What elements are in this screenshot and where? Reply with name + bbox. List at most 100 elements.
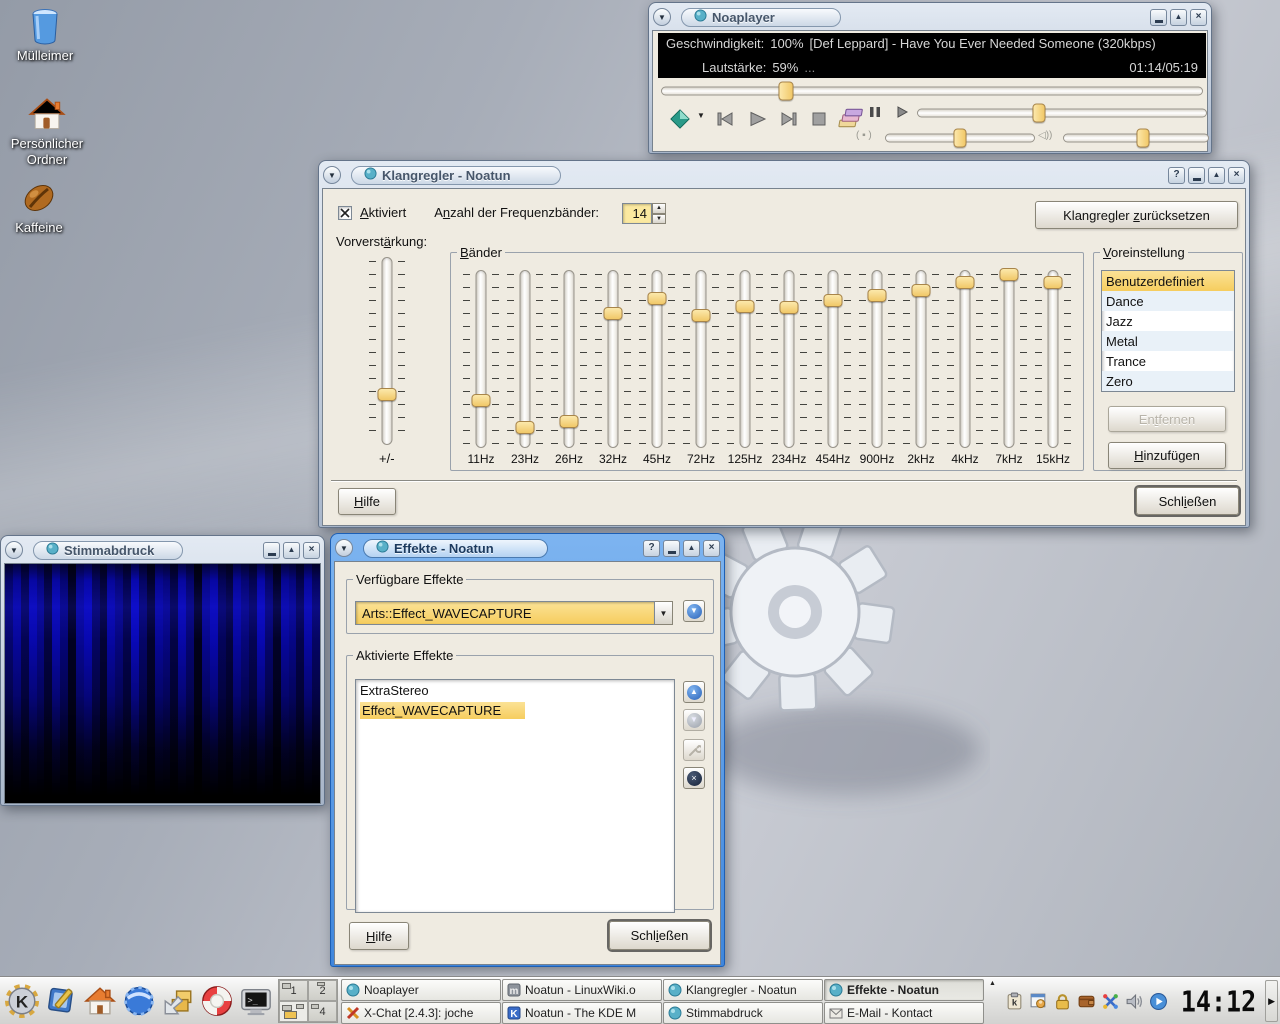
tray-network[interactable] (1100, 991, 1121, 1012)
shade-button[interactable]: ▲ (1208, 167, 1225, 184)
reset-equalizer-button[interactable]: Klangregler zurücksetzen (1035, 201, 1238, 229)
equalizer-titlebar[interactable]: ▼ Klangregler - Noatun ? ▲ × (322, 164, 1246, 186)
slider-handle[interactable] (648, 292, 667, 305)
band-slider-454Hz[interactable] (815, 270, 851, 448)
close-button[interactable]: × (1190, 9, 1207, 26)
band-slider-23Hz[interactable] (507, 270, 543, 448)
taskbar-task-x-chat-2-4-3-joche[interactable]: X-Chat [2.4.3]: joche (341, 1002, 501, 1024)
pager-desktop-2[interactable]: 2 (308, 980, 337, 1001)
slider-handle[interactable] (780, 301, 799, 314)
launcher-konsole[interactable]: >_ (236, 981, 275, 1022)
tray-organizer[interactable] (1028, 991, 1049, 1012)
help-button[interactable]: Hilfe (349, 922, 409, 950)
slider-track[interactable] (960, 270, 971, 448)
speed-track[interactable] (917, 108, 1207, 117)
play-small-button[interactable] (893, 103, 911, 121)
spin-down-icon[interactable]: ▼ (652, 214, 666, 225)
desktop-icon-home[interactable]: Persönlicher Ordner (4, 94, 90, 169)
slider-handle[interactable] (516, 421, 535, 434)
close-button[interactable]: × (1228, 167, 1245, 184)
combobox-dropdown-button[interactable]: ▼ (655, 601, 673, 625)
desktop-icon-trash[interactable]: Mülleimer (2, 6, 88, 64)
preamp-track[interactable] (382, 257, 393, 445)
spin-up-icon[interactable]: ▲ (652, 203, 666, 214)
band-slider-11Hz[interactable] (463, 270, 499, 448)
band-slider-125Hz[interactable] (727, 270, 763, 448)
play-button[interactable] (743, 105, 771, 133)
panel-hide-button[interactable]: ▶ (1265, 980, 1278, 1022)
close-dialog-button[interactable]: Schließen (1136, 487, 1239, 515)
presets-list[interactable]: BenutzerdefiniertDanceJazzMetalTranceZer… (1101, 270, 1235, 392)
slider-handle[interactable] (1000, 268, 1019, 281)
seek-track[interactable] (661, 86, 1203, 95)
window-menu-button[interactable]: ▼ (5, 541, 23, 559)
add-effect-button[interactable]: ▼ (683, 600, 705, 622)
window-menu-button[interactable]: ▼ (335, 539, 353, 557)
move-effect-up-button[interactable]: ▲ (683, 681, 705, 703)
band-slider-234Hz[interactable] (771, 270, 807, 448)
band-slider-45Hz[interactable] (639, 270, 675, 448)
remove-preset-button[interactable]: Entfernen (1108, 406, 1226, 432)
slider-track[interactable] (1004, 270, 1015, 448)
volume-handle[interactable] (1137, 128, 1150, 147)
preset-item-Zero[interactable]: Zero (1102, 371, 1234, 391)
preset-item-Trance[interactable]: Trance (1102, 351, 1234, 371)
band-slider-32Hz[interactable] (595, 270, 631, 448)
launcher-home-folder[interactable] (80, 981, 119, 1022)
launcher-konqueror[interactable] (119, 981, 158, 1022)
slider-track[interactable] (916, 270, 927, 448)
task-scroll[interactable]: ▲ (987, 980, 998, 1022)
preamp-slider[interactable] (369, 257, 405, 445)
taskbar-task-effekte-noatun[interactable]: Effekte - Noatun (824, 979, 984, 1001)
enabled-checkbox[interactable] (338, 206, 352, 220)
minimize-button[interactable] (1188, 167, 1205, 184)
launcher-show-desktop[interactable] (41, 981, 80, 1022)
launcher-k-menu[interactable]: K (2, 981, 41, 1022)
minimize-button[interactable] (263, 542, 280, 559)
tray-kwallet-lock[interactable] (1052, 991, 1073, 1012)
band-slider-2kHz[interactable] (903, 270, 939, 448)
slider-track[interactable] (784, 270, 795, 448)
band-slider-7kHz[interactable] (991, 270, 1027, 448)
help-button[interactable]: Hilfe (338, 488, 396, 515)
close-button[interactable]: × (303, 542, 320, 559)
band-slider-72Hz[interactable] (683, 270, 719, 448)
speed-slider[interactable] (917, 103, 1207, 122)
previous-button[interactable] (711, 105, 739, 133)
band-slider-26Hz[interactable] (551, 270, 587, 448)
slider-handle[interactable] (472, 394, 491, 407)
stop-button[interactable] (805, 105, 833, 133)
active-effects-list[interactable]: ExtraStereoEffect_WAVECAPTURE (355, 679, 675, 913)
taskbar-task-klangregler-noatun[interactable]: Klangregler - Noatun (663, 979, 823, 1001)
shade-button[interactable]: ▲ (283, 542, 300, 559)
taskbar-task-noaplayer[interactable]: Noaplayer (341, 979, 501, 1001)
configure-effect-button[interactable] (683, 739, 705, 761)
preset-item-Jazz[interactable]: Jazz (1102, 311, 1234, 331)
menu-arrow[interactable]: ▼ (697, 111, 705, 120)
seek-slider[interactable] (661, 81, 1203, 100)
preset-item-Metal[interactable]: Metal (1102, 331, 1234, 351)
tray-noatun-tray[interactable] (1148, 991, 1169, 1012)
effects-combobox[interactable]: Arts::Effect_WAVECAPTURE ▼ (355, 601, 673, 625)
bands-count-value[interactable]: 14 (622, 203, 652, 224)
desktop-icon-kaffeine[interactable]: Kaffeine (0, 178, 82, 236)
taskbar-task-noatun-linuxwiki-o[interactable]: mNoatun - LinuxWiki.o (502, 979, 662, 1001)
close-button[interactable]: × (703, 540, 720, 557)
voiceprint-titlebar[interactable]: ▼ Stimmabdruck ▲ × (4, 539, 321, 561)
slider-track[interactable] (696, 270, 707, 448)
minimize-button[interactable] (1150, 9, 1167, 26)
window-menu-button[interactable]: ▼ (653, 8, 671, 26)
pause-button[interactable] (865, 103, 885, 121)
panel-clock[interactable]: 14:12 (1175, 984, 1262, 1017)
slider-handle[interactable] (912, 284, 931, 297)
help-button[interactable]: ? (1168, 167, 1185, 184)
launcher-help[interactable] (197, 981, 236, 1022)
move-effect-down-button[interactable]: ▼ (683, 709, 705, 731)
taskbar-task-e-mail-kontact[interactable]: E-Mail - Kontact (824, 1002, 984, 1024)
volume-slider[interactable] (1063, 128, 1209, 147)
shade-button[interactable]: ▲ (1170, 9, 1187, 26)
preset-item-Dance[interactable]: Dance (1102, 291, 1234, 311)
slider-track[interactable] (476, 270, 487, 448)
taskbar-task-stimmabdruck[interactable]: Stimmabdruck (663, 1002, 823, 1024)
slider-handle[interactable] (824, 294, 843, 307)
